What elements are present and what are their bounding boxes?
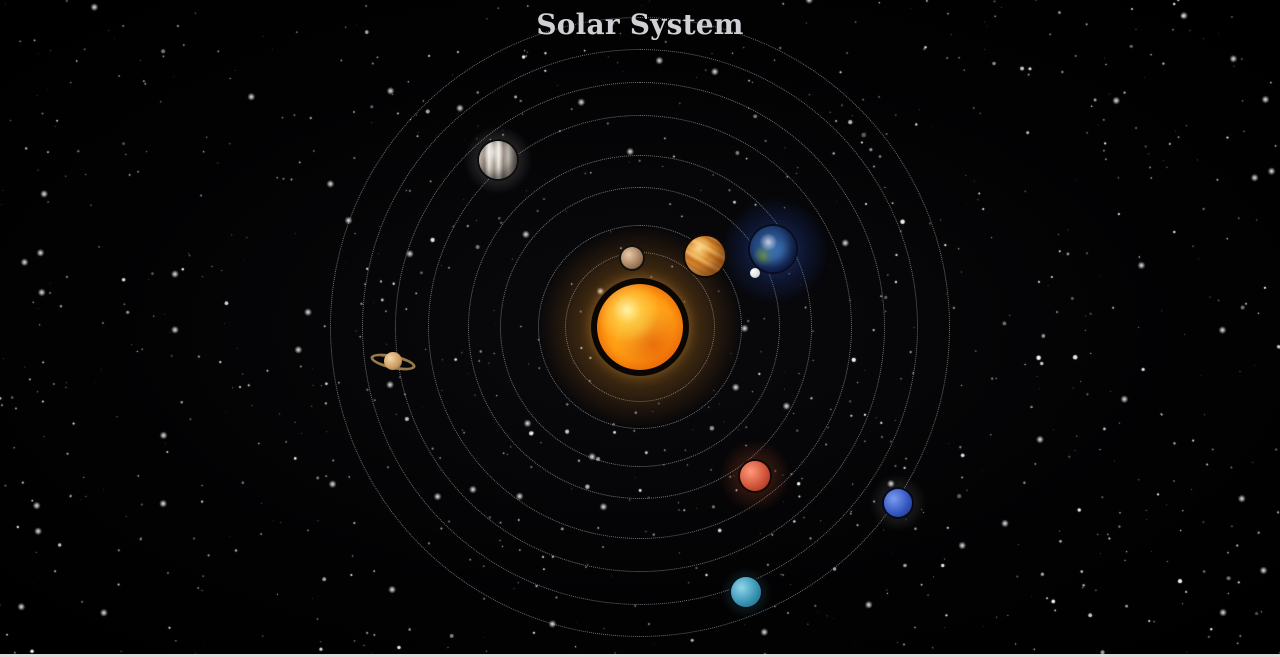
venus-icon: [685, 236, 725, 276]
solar-system-stage: Solar System: [0, 0, 1280, 657]
moon-icon: [750, 268, 760, 278]
earth-icon: [750, 226, 796, 272]
mercury-icon: [621, 247, 643, 269]
jupiter-icon: [479, 141, 517, 179]
saturn-icon: [384, 352, 402, 370]
sun-icon: [597, 284, 683, 370]
mars-icon: [740, 461, 770, 491]
uranus-icon: [731, 577, 761, 607]
neptune-icon: [884, 489, 912, 517]
